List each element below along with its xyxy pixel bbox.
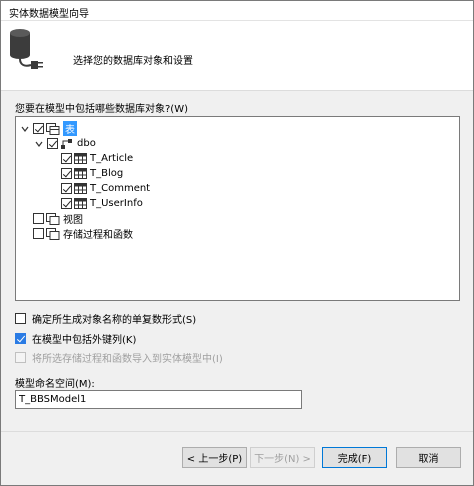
tree-node-table[interactable]: T_Comment xyxy=(61,181,150,196)
namespace-input[interactable] xyxy=(15,390,302,409)
tree-node-views[interactable]: 视图 xyxy=(33,211,83,226)
tree-node-table[interactable]: T_Article xyxy=(61,151,133,166)
procedure-group-icon xyxy=(46,227,60,240)
pluralize-label: 确定所生成对象名称的单复数形式(S) xyxy=(32,315,197,326)
tables-node-label[interactable]: 表 xyxy=(63,121,77,136)
pluralize-option[interactable]: 确定所生成对象名称的单复数形式(S) xyxy=(15,311,196,326)
views-checkbox[interactable] xyxy=(33,213,44,224)
objects-label: 您要在模型中包括哪些数据库对象?(W) xyxy=(15,104,188,115)
table-group-icon xyxy=(46,122,60,135)
table-checkbox[interactable] xyxy=(61,153,72,164)
cancel-button[interactable]: 取消 xyxy=(396,447,461,468)
namespace-label: 模型命名空间(M): xyxy=(15,379,95,390)
table-checkbox[interactable] xyxy=(61,168,72,179)
schema-icon xyxy=(61,138,72,149)
wizard-header: 选择您的数据库对象和设置 xyxy=(1,21,473,91)
tree-node-schema[interactable]: dbo xyxy=(34,136,96,151)
import-procs-checkbox xyxy=(15,352,26,363)
foreign-keys-option[interactable]: 在模型中包括外键列(K) xyxy=(15,331,136,346)
view-group-icon xyxy=(46,212,60,225)
wizard-window: 实体数据模型向导 选择您的数据库对象和设置 您要在模型中包括哪些数据库对象?(W… xyxy=(0,0,474,486)
pluralize-checkbox[interactable] xyxy=(15,313,26,324)
title-bar: 实体数据模型向导 xyxy=(1,1,473,21)
previous-button[interactable]: < 上一步(P) xyxy=(182,447,247,468)
tables-checkbox[interactable] xyxy=(33,123,44,134)
table-icon xyxy=(74,198,87,209)
table-icon xyxy=(74,153,87,164)
next-button: 下一步(N) > xyxy=(250,447,315,468)
table-icon xyxy=(74,168,87,179)
finish-button[interactable]: 完成(F) xyxy=(322,447,387,468)
procedures-node-label[interactable]: 存储过程和函数 xyxy=(63,226,133,241)
table-icon xyxy=(74,183,87,194)
views-node-label[interactable]: 视图 xyxy=(63,211,83,226)
table-node-label[interactable]: T_Article xyxy=(90,153,133,164)
table-checkbox[interactable] xyxy=(61,183,72,194)
tree-node-procedures[interactable]: 存储过程和函数 xyxy=(33,226,133,241)
import-procs-label: 将所选存储过程和函数导入到实体模型中(I) xyxy=(32,354,223,365)
footer-divider xyxy=(1,431,473,432)
foreign-keys-label: 在模型中包括外键列(K) xyxy=(32,335,137,346)
window-title: 实体数据模型向导 xyxy=(9,9,89,20)
page-subtitle: 选择您的数据库对象和设置 xyxy=(73,56,193,67)
table-node-label[interactable]: T_Comment xyxy=(90,183,150,194)
tree-node-table[interactable]: T_UserInfo xyxy=(61,196,143,211)
database-connection-icon xyxy=(10,29,43,69)
procedures-checkbox[interactable] xyxy=(33,228,44,239)
table-node-label[interactable]: T_Blog xyxy=(90,168,123,179)
collapse-icon[interactable] xyxy=(20,124,30,134)
import-procs-option: 将所选存储过程和函数导入到实体模型中(I) xyxy=(15,350,223,365)
table-node-label[interactable]: T_UserInfo xyxy=(90,198,143,209)
table-checkbox[interactable] xyxy=(61,198,72,209)
database-objects-tree[interactable]: 表 dbo T_Article T_Blog T_Comment T_UserI… xyxy=(15,116,460,301)
foreign-keys-checkbox[interactable] xyxy=(15,333,26,344)
tree-node-table[interactable]: T_Blog xyxy=(61,166,123,181)
collapse-icon[interactable] xyxy=(34,139,44,149)
schema-checkbox[interactable] xyxy=(47,138,58,149)
schema-node-label[interactable]: dbo xyxy=(77,138,96,149)
tree-node-tables[interactable]: 表 xyxy=(20,121,77,136)
